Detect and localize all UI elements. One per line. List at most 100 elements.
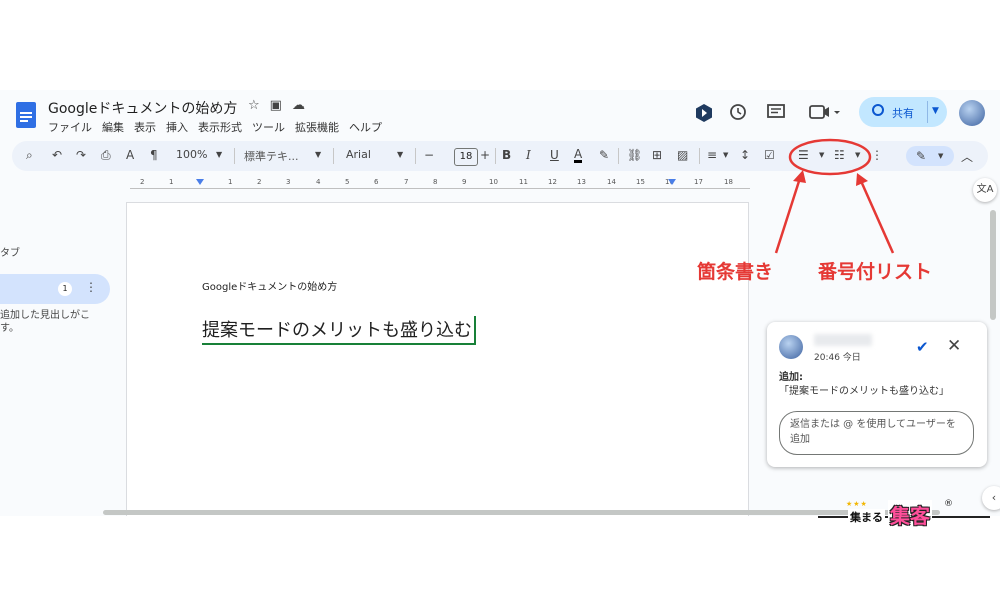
ruler-label: 1	[228, 178, 233, 186]
ruler-label: 1	[169, 178, 174, 186]
ruler[interactable]: 2 1 1 2 3 4 5 6 7 8 9 10 11 12 13 14 15 …	[130, 177, 750, 189]
undo-icon[interactable]: ↶	[52, 148, 62, 162]
add-comment-icon[interactable]: ⊞	[652, 148, 662, 162]
document-page[interactable]: Googleドキュメントの始め方 提案モードのメリットも盛り込む	[126, 202, 749, 516]
tab-options-icon[interactable]: ⋮	[85, 280, 97, 294]
line-spacing-icon[interactable]: ↕	[740, 148, 750, 162]
share-label: 共有	[892, 107, 914, 120]
toolbar: ⌕ ↶ ↷ ⎙ A ¶ 100% ▼ 標準テキ... ▼ Arial ▼ − 1…	[12, 141, 988, 171]
history-icon[interactable]	[729, 103, 747, 121]
numbered-list-annotation: 番号付リスト	[818, 261, 933, 283]
menu-view[interactable]: 表示	[134, 119, 156, 135]
menu-file[interactable]: ファイル	[48, 119, 92, 135]
ruler-label: 3	[286, 178, 291, 186]
translate-icon[interactable]: 文A	[973, 178, 997, 202]
ruler-label: 9	[462, 178, 467, 186]
italic-button[interactable]: I	[526, 148, 531, 162]
ruler-label: 4	[316, 178, 321, 186]
style-dropdown-icon[interactable]: ▼	[315, 150, 321, 159]
suggestion-content: 「提案モードのメリットも盛り込む」	[779, 386, 949, 397]
ruler-label: 11	[519, 178, 528, 186]
menu-extensions[interactable]: 拡張機能	[295, 119, 339, 135]
collapse-toolbar-icon[interactable]: ︿	[961, 148, 973, 165]
ruler-label: 2	[140, 178, 145, 186]
suggested-insertion-text[interactable]: 提案モードのメリットも盛り込む	[202, 316, 476, 345]
sidebar-item-tab-1[interactable]: 1 ⋮	[0, 274, 110, 304]
edit-pen-icon: ✎	[916, 149, 927, 163]
document-title[interactable]: Googleドキュメントの始め方	[48, 98, 237, 118]
bulleted-list-dropdown-icon[interactable]: ▼	[819, 151, 824, 159]
docs-logo-icon[interactable]	[16, 102, 36, 128]
more-options-icon[interactable]: ⋮	[871, 148, 883, 162]
zoom-dropdown-icon[interactable]: ▼	[216, 150, 222, 159]
move-folder-icon[interactable]: ▣	[270, 98, 282, 113]
paragraph-style-select[interactable]: 標準テキ...	[244, 148, 299, 164]
left-indent-marker[interactable]	[196, 179, 204, 185]
decrease-font-size-button[interactable]: −	[424, 148, 434, 162]
outline-hint-text: 追加した見出しがこ す。	[0, 310, 90, 334]
menu-tools[interactable]: ツール	[252, 119, 285, 135]
bullet-list-annotation: 箇条書き	[697, 261, 774, 283]
reject-suggestion-icon[interactable]: ✕	[947, 336, 961, 356]
logo-registered-mark: ®	[944, 499, 953, 509]
font-dropdown-icon[interactable]: ▼	[397, 150, 403, 159]
gemini-icon[interactable]	[695, 103, 713, 123]
checklist-icon[interactable]: ☑	[764, 148, 775, 162]
reply-input[interactable]: 返信または @ を使用してユーザーを追加	[779, 411, 974, 455]
account-avatar[interactable]	[959, 100, 985, 126]
text-color-button[interactable]: A	[574, 148, 583, 163]
star-icon[interactable]: ☆	[248, 98, 260, 113]
ruler-label: 7	[404, 178, 409, 186]
sparkle-icon: ★★★	[846, 500, 868, 508]
suggestion-card[interactable]: 20:46 今日 ✔ ✕ 追加: 「提案モードのメリットも盛り込む」 返信または…	[767, 322, 987, 467]
align-dropdown-icon[interactable]: ▼	[723, 151, 728, 159]
ruler-label: 13	[577, 178, 586, 186]
print-icon[interactable]: ⎙	[101, 148, 111, 163]
highlight-color-icon[interactable]: ✎	[599, 148, 609, 162]
share-button[interactable]: 共有 ▼	[859, 97, 947, 127]
bold-button[interactable]: B	[502, 148, 511, 162]
meet-icon[interactable]	[809, 105, 841, 120]
vertical-scrollbar[interactable]	[990, 210, 996, 320]
menu-help[interactable]: ヘルプ	[349, 119, 382, 135]
underline-button[interactable]: U	[550, 148, 559, 162]
horizontal-scrollbar[interactable]	[103, 510, 940, 515]
paint-format-icon[interactable]: ¶	[150, 148, 158, 162]
numbered-list-dropdown-icon[interactable]: ▼	[855, 151, 860, 159]
numbered-list-icon[interactable]: ☷	[834, 148, 845, 162]
comments-icon[interactable]	[767, 104, 785, 121]
menu-format[interactable]: 表示形式	[198, 119, 242, 135]
ruler-label: 10	[489, 178, 498, 186]
tab-count-badge: 1	[58, 282, 72, 296]
ruler-label: 15	[636, 178, 645, 186]
redo-icon[interactable]: ↷	[76, 148, 86, 162]
increase-font-size-button[interactable]: +	[480, 148, 490, 162]
insert-link-icon[interactable]: ⛓	[627, 148, 642, 162]
cloud-saved-icon[interactable]: ☁	[292, 98, 305, 113]
suggestion-body: 追加: 「提案モードのメリットも盛り込む」	[779, 371, 975, 399]
menu-insert[interactable]: 挿入	[166, 119, 188, 135]
menu-edit[interactable]: 編集	[102, 119, 124, 135]
share-dropdown-icon[interactable]: ▼	[932, 106, 939, 116]
right-indent-marker[interactable]	[668, 179, 676, 185]
atsumaru-shukyaku-logo: ★★★ 集まる 集客 ®	[818, 499, 998, 532]
search-menus-icon[interactable]: ⌕	[26, 148, 33, 163]
font-select[interactable]: Arial	[346, 148, 371, 161]
spellcheck-icon[interactable]: A	[126, 148, 134, 162]
ruler-label: 6	[374, 178, 379, 186]
comment-timestamp: 20:46 今日	[814, 353, 861, 363]
logo-small-text: 集まる	[848, 509, 885, 525]
font-size-input[interactable]: 18	[454, 148, 478, 166]
ruler-label: 12	[548, 178, 557, 186]
align-icon[interactable]: ≡	[707, 148, 717, 162]
accept-suggestion-icon[interactable]: ✔	[916, 338, 929, 356]
google-docs-window: Googleドキュメントの始め方 ☆ ▣ ☁ ファイル 編集 表示 挿入 表示形…	[0, 90, 1000, 516]
editing-mode-button[interactable]: ✎ ▼	[906, 146, 954, 166]
ruler-label: 8	[433, 178, 438, 186]
doc-body-title[interactable]: Googleドキュメントの始め方	[202, 278, 337, 293]
commenter-name-blurred	[814, 334, 872, 346]
zoom-select[interactable]: 100%	[176, 148, 207, 161]
suggestion-type-label: 追加:	[779, 372, 803, 383]
insert-image-icon[interactable]: ▨	[677, 148, 688, 162]
bulleted-list-icon[interactable]: ☰	[798, 148, 809, 162]
